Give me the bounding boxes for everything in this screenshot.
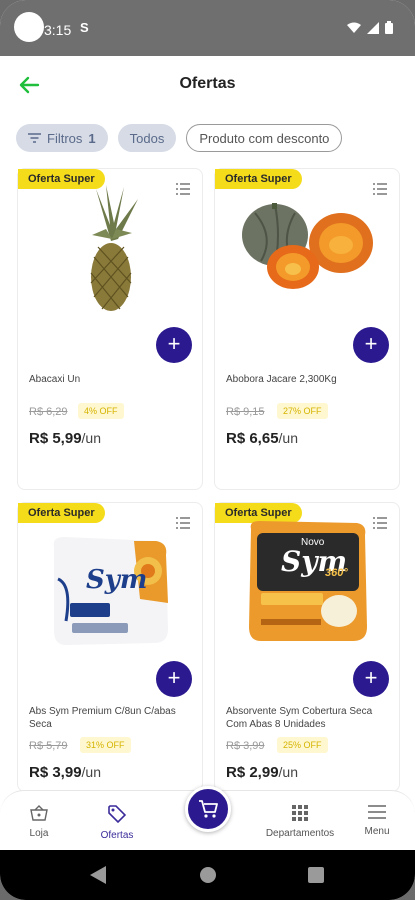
price-unit: /un	[81, 430, 102, 446]
all-chip[interactable]: Todos	[117, 124, 177, 152]
pineapple-image	[90, 185, 138, 311]
old-price: R$ 6,29	[29, 406, 68, 418]
product-price: R$ 5,99/un	[29, 430, 101, 447]
discount-badge: 31% OFF	[80, 737, 131, 753]
nav-departments[interactable]: Departamentos	[262, 805, 338, 839]
discount-product-chip[interactable]: Produto com desconto	[186, 124, 343, 152]
camera-cutout	[14, 12, 44, 42]
list-icon[interactable]	[373, 517, 387, 529]
add-to-cart-button[interactable]: +	[353, 661, 389, 697]
pumpkin-image	[242, 203, 373, 289]
old-price: R$ 3,99	[226, 740, 265, 752]
home-nav-icon[interactable]	[199, 866, 217, 884]
product-name: Absorvente Sym Cobertura Seca Com Abas 8…	[226, 706, 373, 730]
price-unit: /un	[81, 764, 102, 780]
product-card[interactable]: Oferta Super Sym + Abs Sym Premium C/8un…	[17, 502, 203, 792]
filters-chip[interactable]: Filtros 1	[16, 124, 108, 152]
list-icon[interactable]	[176, 183, 190, 195]
discount-badge: 27% OFF	[277, 403, 328, 419]
phone-screen: 3:15 S Ofertas Filtros 1 Todos Produto c…	[0, 0, 415, 900]
list-icon[interactable]	[373, 183, 387, 195]
nav-store[interactable]: Loja	[22, 805, 56, 839]
tag-icon	[108, 805, 127, 824]
discount-badge: 4% OFF	[78, 403, 124, 419]
product-card[interactable]: Oferta Super Novo Sym 360° + Absorvente …	[214, 502, 400, 792]
price-value: R$ 2,99	[226, 764, 279, 781]
cart-icon	[199, 800, 218, 818]
page-title: Ofertas	[179, 75, 236, 92]
nav-departments-label: Departamentos	[265, 828, 335, 839]
price-value: R$ 3,99	[29, 764, 82, 781]
product-price: R$ 2,99/un	[226, 764, 298, 781]
status-time: 3:15	[44, 22, 72, 38]
price-value: R$ 6,65	[226, 430, 279, 447]
filters-count: 1	[88, 130, 96, 146]
offer-badge: Oferta Super	[215, 169, 302, 189]
nav-menu[interactable]: Menu	[360, 805, 394, 837]
add-to-cart-button[interactable]: +	[156, 327, 192, 363]
hamburger-menu-icon	[368, 805, 386, 819]
nav-menu-label: Menu	[364, 826, 390, 837]
wifi-icon	[347, 22, 361, 33]
status-icons	[347, 21, 393, 34]
product-name: Abs Sym Premium C/8un C/abas Seca	[29, 706, 176, 730]
nav-offers[interactable]: Ofertas	[95, 805, 139, 841]
recents-nav-icon[interactable]	[308, 867, 324, 883]
old-price: R$ 9,15	[226, 406, 265, 418]
product-price: R$ 6,65/un	[226, 430, 298, 447]
filter-chips: Filtros 1 Todos Produto com desconto	[16, 124, 343, 152]
price-value: R$ 5,99	[29, 430, 82, 447]
cart-button[interactable]	[185, 786, 231, 832]
sim-icon: S	[80, 20, 89, 35]
discount-badge: 25% OFF	[277, 737, 328, 753]
product-card[interactable]: Oferta Super + Abobora Jacare 2,300Kg R$…	[214, 168, 400, 490]
grid-icon	[292, 805, 308, 821]
product-name: Abobora Jacare 2,300Kg	[226, 374, 337, 385]
app-header: Ofertas	[0, 56, 415, 114]
filters-label: Filtros	[47, 130, 83, 146]
sym-logo-text: Sym	[86, 565, 148, 595]
product-name: Abacaxi Un	[29, 374, 81, 385]
back-nav-icon[interactable]	[90, 866, 106, 884]
add-to-cart-button[interactable]: +	[353, 327, 389, 363]
offer-badge: Oferta Super	[18, 503, 105, 523]
nav-store-label: Loja	[29, 828, 49, 839]
list-icon[interactable]	[176, 517, 190, 529]
filter-icon	[28, 133, 41, 143]
nav-offers-label: Ofertas	[100, 830, 134, 841]
old-price: R$ 5,79	[29, 740, 68, 752]
add-to-cart-button[interactable]: +	[156, 661, 192, 697]
product-card[interactable]: Oferta Super + Abacaxi Un R$ 6,29 4% OFF…	[17, 168, 203, 490]
product-price: R$ 3,99/un	[29, 764, 101, 781]
sym-360-label: 360°	[325, 567, 348, 579]
battery-icon	[385, 21, 393, 34]
basket-icon	[30, 805, 48, 821]
price-unit: /un	[278, 764, 299, 780]
signal-icon	[367, 21, 379, 34]
status-bar: 3:15 S	[0, 0, 415, 56]
price-unit: /un	[278, 430, 299, 446]
system-navigation-bar	[0, 850, 415, 900]
